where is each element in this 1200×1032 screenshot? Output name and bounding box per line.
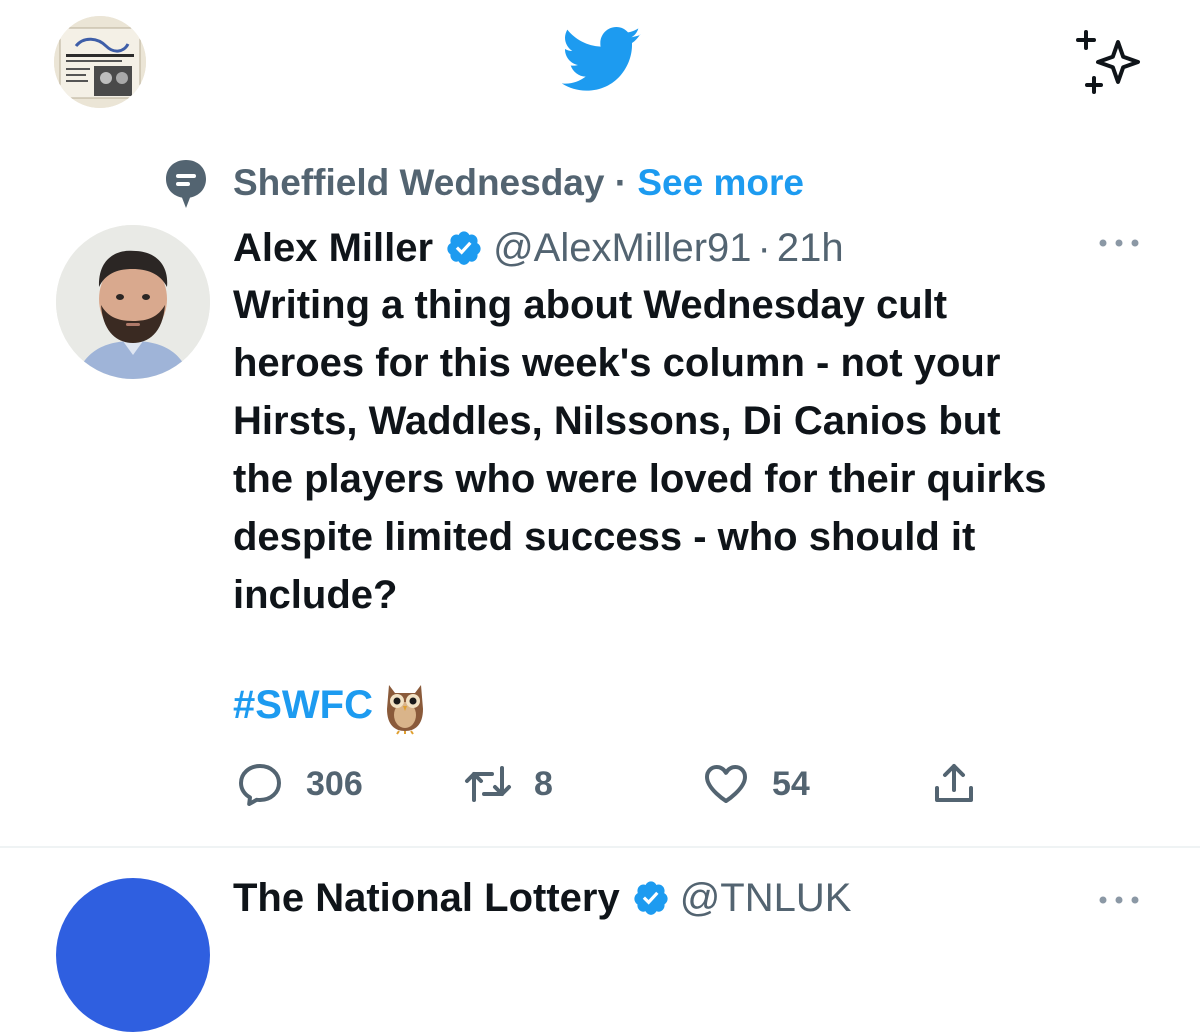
like-count: 54 [772,764,810,803]
tweet-header: Alex Miller @AlexMiller91 · 21h [233,222,844,274]
heart-icon [705,765,747,803]
next-author-handle[interactable]: @TNLUK [680,872,852,924]
author-name[interactable]: Alex Miller [233,222,433,274]
share-button[interactable] [930,758,978,810]
owl-emoji-icon [387,685,423,735]
tweet-timestamp[interactable]: 21h [777,222,844,274]
user-profile-thumbnail[interactable] [54,16,146,108]
topic-name[interactable]: Sheffield Wednesday [233,162,604,203]
verified-badge-icon [447,231,481,265]
time-separator: · [757,226,771,270]
retweet-count: 8 [534,764,553,803]
topic-context: Sheffield Wednesday · See more [233,160,804,206]
hashtag-link[interactable]: #SWFC [233,683,373,728]
twitter-bird-icon[interactable] [562,26,642,94]
like-button[interactable]: 54 [702,758,810,810]
reply-icon [239,764,281,806]
reply-button[interactable]: 306 [236,758,363,810]
retweet-button[interactable]: 8 [464,758,553,810]
sparkle-icon[interactable] [1076,30,1144,94]
retweet-icon [465,766,511,802]
hashtag-row: #SWFC [233,670,427,740]
see-more-link[interactable]: See more [637,162,804,203]
topic-icon [166,160,206,208]
context-separator: · [614,162,628,203]
next-more-options-icon[interactable] [1098,893,1140,907]
next-tweet-header: The National Lottery @TNLUK [233,872,851,924]
author-handle[interactable]: @AlexMiller91 [493,222,751,274]
tweet-text: Writing a thing about Wednesday cult her… [233,283,1047,617]
share-icon [935,764,973,802]
reply-count: 306 [306,764,363,803]
next-author-name[interactable]: The National Lottery [233,872,620,924]
next-author-avatar[interactable] [56,878,210,1032]
profile-thumbnail-image [54,16,146,108]
tweet-divider [0,846,1200,848]
more-options-icon[interactable] [1098,236,1140,250]
next-verified-badge-icon [634,881,668,915]
author-avatar-image [56,225,210,379]
author-avatar[interactable] [56,225,210,379]
